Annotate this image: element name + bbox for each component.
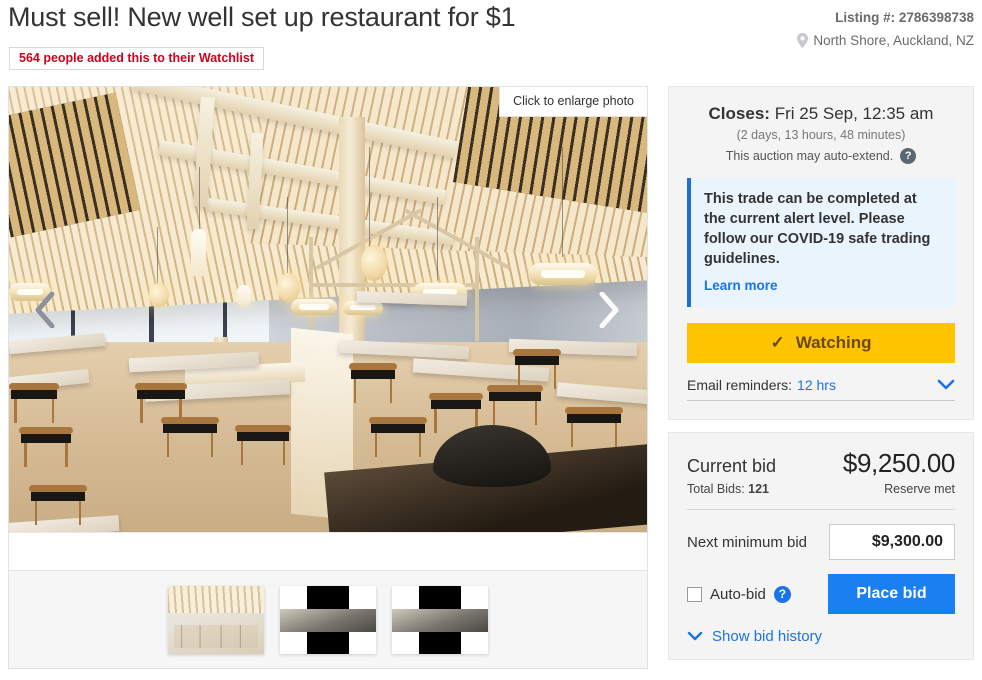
closes-value: Fri 25 Sep, 12:35 am xyxy=(774,104,934,123)
show-bid-history-toggle[interactable]: Show bid history xyxy=(687,628,955,645)
covid-notice: This trade can be completed at the curre… xyxy=(687,178,955,307)
current-bid-amount: $9,250.00 xyxy=(842,448,955,478)
auto-bid-checkbox[interactable] xyxy=(687,586,702,602)
auto-extend-help-icon[interactable]: ? xyxy=(900,148,917,164)
chevron-down-icon xyxy=(687,628,703,645)
email-reminders-label: Email reminders: xyxy=(687,377,793,393)
total-bids: Total Bids: 121 xyxy=(687,482,769,496)
thumbnail-1[interactable] xyxy=(168,585,264,654)
closes-line: Closes: Fri 25 Sep, 12:35 am xyxy=(687,104,955,124)
email-reminders-row[interactable]: Email reminders: 12 hrs xyxy=(687,377,955,401)
closes-label: Closes: xyxy=(708,104,770,123)
next-minimum-bid-label: Next minimum bid xyxy=(687,533,808,551)
chevron-right-icon xyxy=(599,291,619,328)
location-pin-icon xyxy=(797,32,809,48)
listing-location: North Shore, Auckland, NZ xyxy=(797,31,974,51)
bid-amount-input[interactable] xyxy=(829,524,955,560)
auto-extend-text: This auction may auto-extend. xyxy=(725,149,894,163)
main-photo-container[interactable]: Click to enlarge photo xyxy=(9,87,647,532)
thumbnail-2[interactable] xyxy=(280,585,376,654)
bid-action-row: Auto-bid ? Place bid xyxy=(687,574,955,614)
time-remaining: (2 days, 13 hours, 48 minutes) xyxy=(736,128,906,142)
gallery-spacer xyxy=(9,532,647,570)
reserve-status: Reserve met xyxy=(884,482,955,496)
auto-bid-label: Auto-bid xyxy=(710,585,766,603)
email-reminders-value: 12 hrs xyxy=(797,377,836,393)
location-text: North Shore, Auckland, NZ xyxy=(813,32,974,48)
chevron-down-icon[interactable] xyxy=(937,377,955,393)
listing-page: Must sell! New well set up restaurant fo… xyxy=(0,0,982,680)
check-icon: ✓ xyxy=(770,333,785,352)
photo-gallery: Click to enlarge photo xyxy=(8,86,648,669)
next-minimum-bid-row: Next minimum bid xyxy=(687,524,955,560)
enlarge-photo-label[interactable]: Click to enlarge photo xyxy=(499,87,647,117)
total-bids-value: 121 xyxy=(748,482,770,496)
main-photo[interactable]: Click to enlarge photo xyxy=(9,87,647,532)
sidebar: Closes: Fri 25 Sep, 12:35 am (2 days, 13… xyxy=(668,86,974,660)
auction-panel: Closes: Fri 25 Sep, 12:35 am (2 days, 13… xyxy=(668,86,974,420)
total-bids-label: Total Bids: xyxy=(687,482,745,496)
thumbnail-3[interactable] xyxy=(392,585,488,654)
current-bid-row: Current bid $9,250.00 xyxy=(687,448,955,479)
bidding-panel: Current bid $9,250.00 Total Bids: 121 Re… xyxy=(668,432,974,660)
covid-message: This trade can be completed at the curre… xyxy=(704,191,931,267)
thumbnail-strip xyxy=(9,570,647,668)
listing-meta: Listing #: 2786398738 North Shore, Auckl… xyxy=(797,8,974,50)
watching-label: Watching xyxy=(795,333,872,352)
listing-number: Listing #: 2786398738 xyxy=(835,10,974,25)
page-header: Must sell! New well set up restaurant fo… xyxy=(0,0,982,78)
watchlist-count-badge: 564 people added this to their Watchlist xyxy=(9,47,264,70)
auto-bid-control[interactable]: Auto-bid ? xyxy=(687,585,791,603)
bid-sub-row: Total Bids: 121 Reserve met xyxy=(687,482,955,496)
photo-prev-arrow[interactable] xyxy=(25,283,65,337)
place-bid-button[interactable]: Place bid xyxy=(828,574,955,614)
chevron-left-icon xyxy=(35,291,55,328)
auto-bid-help-icon[interactable]: ? xyxy=(773,585,791,603)
show-bid-history-label: Show bid history xyxy=(712,628,823,645)
current-bid-label: Current bid xyxy=(687,456,777,476)
photo-next-arrow[interactable] xyxy=(589,283,629,337)
auto-extend-note: This auction may auto-extend. ? xyxy=(687,148,955,164)
watching-button[interactable]: ✓ Watching xyxy=(687,323,955,363)
page-title: Must sell! New well set up restaurant fo… xyxy=(8,2,516,32)
covid-learn-more-link[interactable]: Learn more xyxy=(704,278,778,293)
divider xyxy=(687,509,955,510)
